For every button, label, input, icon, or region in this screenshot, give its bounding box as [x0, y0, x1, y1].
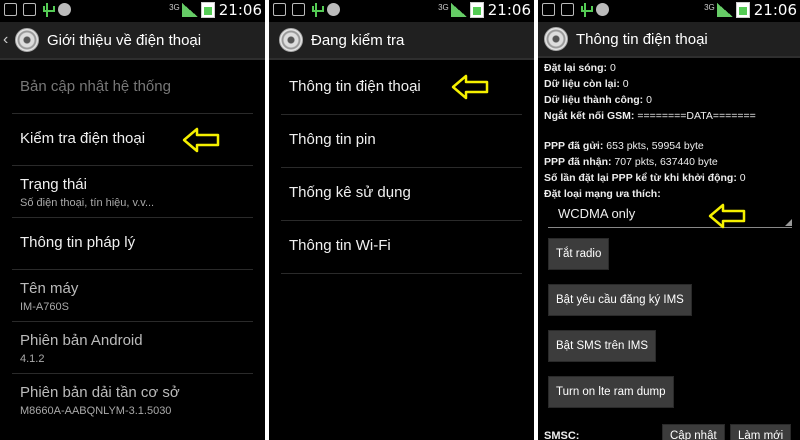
signal-icon: [181, 3, 198, 17]
page-title: Thông tin điện thoại: [576, 30, 708, 48]
list-item-subtitle: IM-A760S: [20, 301, 69, 313]
list-item-android-version: Phiên bản Android 4.1.2: [12, 322, 253, 374]
list-item-title: Phiên bản Android: [20, 332, 143, 349]
clock: 21:06: [753, 1, 797, 19]
debug-icon: [58, 3, 71, 16]
sms-over-ims-button[interactable]: Bật SMS trên IMS: [548, 330, 657, 362]
settings-gear-icon[interactable]: [279, 28, 303, 52]
radio-off-button[interactable]: Tắt radio: [548, 238, 610, 270]
list-item-wifi-info[interactable]: Thông tin Wi-Fi: [281, 221, 522, 274]
info-line-data-remaining: Dữ liệu còn lại: 0: [544, 78, 629, 90]
status-bar: 3G 21:06: [538, 0, 800, 22]
highlight-arrow-icon: [182, 127, 220, 153]
message-notification-icon: [292, 3, 305, 16]
message-notification-icon: [23, 3, 36, 16]
action-bar: Thông tin điện thoại: [538, 22, 800, 58]
usb-icon: [311, 3, 324, 17]
message-notification-icon: [561, 3, 574, 16]
list-item-title: Bản cập nhật hệ thống: [20, 78, 171, 95]
about-phone-list: Bản cập nhật hệ thống Kiểm tra điện thoạ…: [0, 62, 265, 426]
back-chevron-icon[interactable]: ‹: [3, 31, 11, 49]
settings-gear-icon[interactable]: [544, 27, 568, 51]
network-type-spinner[interactable]: WCDMA only: [548, 206, 792, 228]
clock: 21:06: [218, 1, 262, 19]
debug-icon: [596, 3, 609, 16]
screen-about-phone: 3G 21:06 ‹ Giới thiệu về điện thoại Bản …: [0, 0, 265, 440]
screen-phone-info: 3G 21:06 Thông tin điện thoại Đặt lại só…: [538, 0, 800, 440]
info-line-ppp-sent: PPP đã gửi: 653 pkts, 59954 byte: [544, 140, 704, 152]
info-line-preferred-network: Đặt loại mạng ưa thích:: [544, 188, 661, 200]
clock: 21:06: [487, 1, 531, 19]
image-notification-icon: [4, 3, 17, 16]
testing-list: Thông tin điện thoại Thông tin pin Thống…: [269, 62, 534, 274]
refresh-button[interactable]: Làm mới: [730, 424, 792, 440]
settings-gear-icon[interactable]: [15, 28, 39, 52]
page-title: Đang kiểm tra: [311, 31, 405, 49]
list-item-legal-info[interactable]: Thông tin pháp lý: [12, 218, 253, 270]
info-line-gsm-disconnects: Ngắt kết nối GSM: ========DATA=======: [544, 110, 756, 122]
info-line-ppp-received: PPP đã nhận: 707 pkts, 637440 byte: [544, 156, 718, 168]
list-item-usage-stats[interactable]: Thống kê sử dụng: [281, 168, 522, 221]
usb-icon: [42, 3, 55, 17]
list-item-title: Trạng thái: [20, 176, 87, 193]
page-title: Giới thiệu về điện thoại: [47, 31, 202, 49]
list-item-model: Tên máy IM-A760S: [12, 270, 253, 322]
smsc-label: SMSC:: [544, 430, 580, 440]
info-line-radio-resets: Đặt lại sóng: 0: [544, 62, 616, 74]
signal-icon: [450, 3, 467, 17]
screen-testing: 3G 21:06 Đang kiểm tra Thông tin điện th…: [269, 0, 534, 440]
network-type: 3G: [438, 2, 449, 12]
signal-icon: [716, 3, 733, 17]
info-line-ppp-resets: Số lần đặt lại PPP kể từ khi khởi động: …: [544, 172, 746, 184]
info-line-data-success: Dữ liệu thành công: 0: [544, 94, 652, 106]
status-bar: 3G 21:06: [269, 0, 534, 22]
list-item-title: Thông tin pin: [289, 131, 376, 148]
action-bar: ‹ Giới thiệu về điện thoại: [0, 22, 265, 60]
image-notification-icon: [542, 3, 555, 16]
list-item-title: Thông tin Wi-Fi: [289, 237, 391, 254]
battery-icon: [200, 2, 215, 18]
network-type: 3G: [704, 2, 715, 12]
debug-icon: [327, 3, 340, 16]
battery-icon: [469, 2, 484, 18]
phone-info-content: Đặt lại sóng: 0 Dữ liệu còn lại: 0 Dữ li…: [544, 60, 796, 228]
image-notification-icon: [273, 3, 286, 16]
list-item-title: Phiên bản dải tần cơ sở: [20, 384, 180, 401]
ims-registration-button[interactable]: Bật yêu cầu đăng ký IMS: [548, 284, 692, 316]
list-item-system-update[interactable]: Bản cập nhật hệ thống: [12, 62, 253, 114]
usb-icon: [580, 3, 593, 17]
network-type: 3G: [169, 2, 180, 12]
list-item-title: Thống kê sử dụng: [289, 184, 411, 201]
list-item-baseband: Phiên bản dải tần cơ sở M8660A-AABQNLYM-…: [12, 374, 253, 426]
lte-ram-dump-button[interactable]: Turn on lte ram dump: [548, 376, 674, 408]
list-item-battery-info[interactable]: Thông tin pin: [281, 115, 522, 168]
status-bar: 3G 21:06: [0, 0, 265, 22]
list-item-status[interactable]: Trạng thái Số điện thoại, tín hiệu, v.v.…: [12, 166, 253, 218]
highlight-arrow-icon: [708, 203, 746, 229]
highlight-arrow-icon: [451, 74, 489, 100]
list-item-subtitle: Số điện thoại, tín hiệu, v.v...: [20, 197, 155, 209]
action-bar: Đang kiểm tra: [269, 22, 534, 60]
list-item-subtitle: 4.1.2: [20, 353, 45, 365]
list-item-title: Tên máy: [20, 280, 79, 297]
list-item-title: Thông tin pháp lý: [20, 234, 136, 251]
list-item-subtitle: M8660A-AABQNLYM-3.1.5030: [20, 405, 172, 417]
battery-icon: [735, 2, 750, 18]
update-button[interactable]: Cập nhật: [662, 424, 725, 440]
